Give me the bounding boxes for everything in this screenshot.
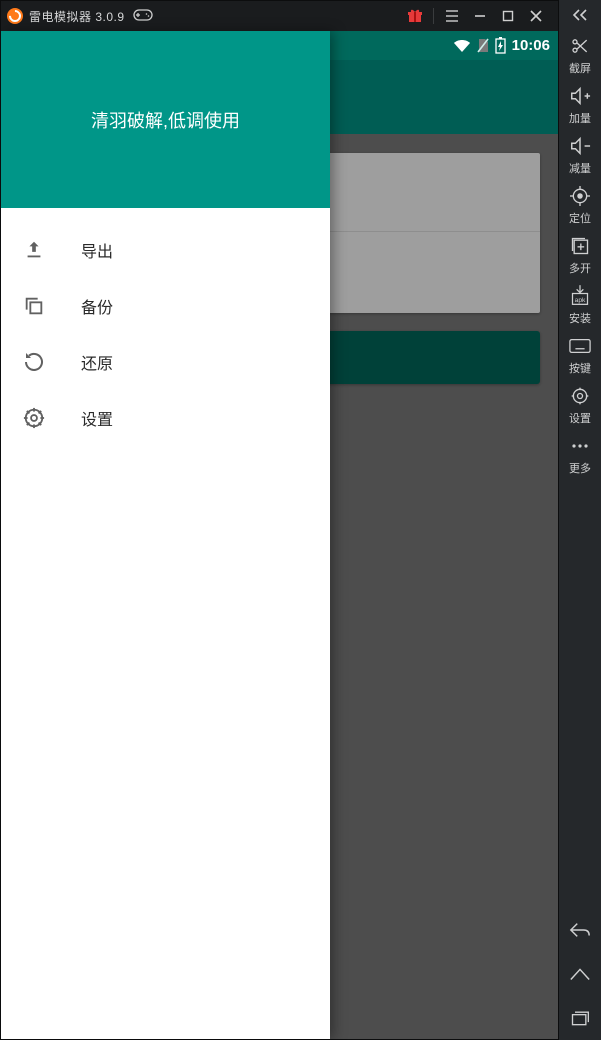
upload-icon [21, 237, 47, 263]
sidebar-screenshot[interactable]: 截屏 [559, 30, 601, 80]
drawer-item-label: 还原 [81, 350, 113, 374]
sidebar-item-label: 定位 [569, 210, 591, 226]
copy-icon [21, 293, 47, 319]
sidebar-item-label: 按键 [569, 360, 591, 376]
maximize-button[interactable] [494, 1, 522, 31]
wifi-icon [453, 39, 471, 53]
apk-install-icon: apk [570, 284, 590, 308]
drawer-item-label: 导出 [81, 238, 113, 262]
android-recents-button[interactable] [559, 996, 601, 1040]
sidebar-multi-instance[interactable]: 多开 [559, 230, 601, 280]
collapse-sidebar-button[interactable] [559, 0, 601, 30]
volume-up-icon [569, 84, 591, 108]
titlebar-divider [433, 8, 434, 24]
sidebar-item-label: 更多 [569, 460, 591, 476]
android-back-button[interactable] [559, 908, 601, 952]
close-button[interactable] [522, 1, 550, 31]
sidebar-item-label: 减量 [569, 160, 591, 176]
drawer-item-restore[interactable]: 还原 [1, 334, 330, 390]
app-logo-icon [7, 8, 23, 24]
window-titlebar: 雷电模拟器 3.0.9 [1, 1, 558, 31]
gear-icon [570, 384, 590, 408]
sidebar-item-label: 安装 [569, 310, 591, 326]
android-home-button[interactable] [559, 952, 601, 996]
drawer-item-export[interactable]: 导出 [1, 222, 330, 278]
minimize-button[interactable] [466, 1, 494, 31]
emulator-sidebar: 截屏 加量 减量 定位 多开 [559, 0, 601, 1040]
sidebar-settings[interactable]: 设置 [559, 380, 601, 430]
svg-text:apk: apk [575, 297, 586, 304]
sidebar-item-label: 加量 [569, 110, 591, 126]
sidebar-keymap[interactable]: 按键 [559, 330, 601, 380]
drawer-item-label: 设置 [81, 406, 113, 430]
scissors-icon [570, 34, 590, 58]
app-title: 雷电模拟器 3.0.9 [29, 8, 125, 25]
more-dots-icon [571, 434, 589, 458]
hamburger-icon[interactable] [438, 1, 466, 31]
drawer-item-label: 备份 [81, 294, 113, 318]
gift-icon[interactable] [401, 1, 429, 31]
keyboard-icon [569, 334, 591, 358]
no-sim-icon [477, 38, 489, 53]
volume-down-icon [569, 134, 591, 158]
sidebar-item-label: 截屏 [569, 60, 591, 76]
sidebar-location[interactable]: 定位 [559, 180, 601, 230]
drawer-item-settings[interactable]: 设置 [1, 390, 330, 446]
drawer-item-backup[interactable]: 备份 [1, 278, 330, 334]
add-window-icon [570, 234, 590, 258]
battery-charging-icon [495, 37, 506, 54]
sidebar-install-apk[interactable]: apk 安装 [559, 280, 601, 330]
navigation-drawer: 清羽破解,低调使用 导出 备份 [1, 31, 330, 1039]
sidebar-item-label: 多开 [569, 260, 591, 276]
status-time: 10:06 [512, 37, 550, 54]
drawer-header: 清羽破解,低调使用 [1, 31, 330, 208]
drawer-header-title: 清羽破解,低调使用 [91, 107, 240, 133]
sidebar-more[interactable]: 更多 [559, 430, 601, 480]
sidebar-volume-down[interactable]: 减量 [559, 130, 601, 180]
sidebar-volume-up[interactable]: 加量 [559, 80, 601, 130]
restore-icon [21, 349, 47, 375]
gamepad-icon [133, 9, 153, 24]
gear-icon [21, 405, 47, 431]
location-icon [570, 184, 590, 208]
emulator-screen: 10:06 清羽破解,低调使用 导出 [1, 31, 558, 1039]
sidebar-item-label: 设置 [569, 410, 591, 426]
